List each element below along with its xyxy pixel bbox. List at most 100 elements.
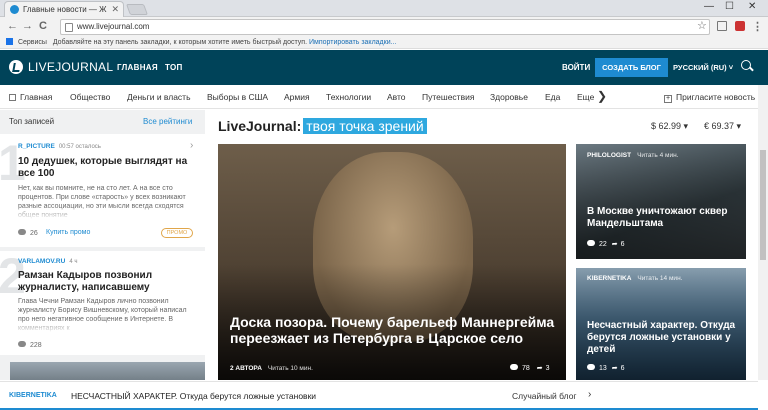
window-minimize-icon[interactable]: — <box>704 1 714 12</box>
ticker-author[interactable]: KIBERNETIKA <box>9 392 57 399</box>
card-author[interactable]: PHILOLOGIST Читать 4 мин. <box>587 152 679 159</box>
import-bookmarks-link[interactable]: Импортировать закладки... <box>309 39 396 46</box>
category-travel[interactable]: Путешествия <box>422 92 474 102</box>
category-food[interactable]: Еда <box>545 92 560 102</box>
featured-title[interactable]: Доска позора. Почему барельеф Маннергейм… <box>230 314 560 346</box>
window-maximize-icon[interactable]: ☐ <box>725 1 734 12</box>
livejournal-favicon-icon <box>10 5 19 14</box>
chevron-right-icon[interactable]: › <box>190 140 193 151</box>
share-icon[interactable]: ➦ <box>537 365 543 372</box>
chevron-right-icon[interactable]: › <box>588 389 591 400</box>
page-title-prefix: LiveJournal: <box>218 118 302 134</box>
scrollbar-thumb[interactable] <box>760 150 766 260</box>
login-button[interactable]: ВОЙТИ <box>562 63 590 72</box>
article-card[interactable]: PHILOLOGIST Читать 4 мин. В Москве уничто… <box>576 144 746 259</box>
comment-icon[interactable] <box>587 240 595 246</box>
featured-read-time: Читать 10 мин. <box>267 365 313 372</box>
top-post-item[interactable]: 1 R_PICTURE 00:57 осталось › 10 дедушек, … <box>0 134 205 247</box>
card-read-time: Читать 14 мин. <box>637 275 683 282</box>
card-stats: 13 ➦ 6 <box>587 364 625 372</box>
extension-badge-icon[interactable] <box>735 21 745 31</box>
extension-icon[interactable] <box>717 21 727 31</box>
invite-news-button[interactable]: + Пригласите новость <box>664 92 755 103</box>
category-more[interactable]: Еще <box>577 92 594 102</box>
browser-tab[interactable]: Главные новости — Ж ✕ <box>4 1 124 17</box>
comment-icon[interactable] <box>510 364 518 370</box>
browser-toolbar: ← → C www.livejournal.com ☆ ⋮ <box>0 17 768 37</box>
excerpt-fade <box>0 206 205 220</box>
post-title[interactable]: Рамзан Кадыров позвонил журналисту, напи… <box>18 270 193 294</box>
category-army[interactable]: Армия <box>284 92 310 102</box>
category-scroll-arrow-icon[interactable]: ❯ <box>597 89 607 103</box>
nav-top[interactable]: ТОП <box>165 63 183 72</box>
plus-icon: + <box>664 95 672 103</box>
top-posts-sidebar: Топ записей Все рейтинги 1 R_PICTURE 00:5… <box>0 110 205 380</box>
share-icon[interactable]: ➦ <box>612 241 618 248</box>
bookmarks-bar: Сервисы Добавляйте на эту панель закладк… <box>0 37 768 49</box>
all-ratings-link[interactable]: Все рейтинги <box>143 117 192 126</box>
create-blog-button[interactable]: СОЗДАТЬ БЛОГ <box>595 58 668 77</box>
featured-meta: 2 АВТОРА Читать 10 мин. <box>230 365 313 372</box>
category-society[interactable]: Общество <box>70 92 110 102</box>
comment-icon <box>18 229 26 235</box>
article-card[interactable]: KIBERNETIKA Читать 14 мин. Несчастный хар… <box>576 268 746 380</box>
excerpt-fade <box>0 319 205 333</box>
top-post-item[interactable]: 2 VARLAMOV.RU 4 ч Рамзан Кадыров позвонил… <box>0 248 205 355</box>
post-comments[interactable]: 228 <box>18 341 42 349</box>
bookmark-star-icon[interactable]: ☆ <box>697 19 707 32</box>
eur-rate[interactable]: € 69.37 ▾ <box>704 121 741 132</box>
bookmarks-hint: Добавляйте на эту панель закладки, к кот… <box>52 39 308 46</box>
post-title[interactable]: 10 дедушек, которые выглядят на все 100 <box>18 156 193 180</box>
share-icon[interactable]: ➦ <box>612 365 618 372</box>
card-title[interactable]: В Москве уничтожают сквер Мандельштама <box>587 206 737 230</box>
card-stats: 22 ➦ 6 <box>587 240 625 248</box>
search-icon[interactable] <box>741 60 751 70</box>
comment-icon <box>18 341 26 347</box>
reload-icon[interactable]: C <box>39 20 47 32</box>
tab-close-icon[interactable]: ✕ <box>111 2 119 17</box>
category-technology[interactable]: Технологии <box>326 92 371 102</box>
address-bar[interactable]: www.livejournal.com <box>60 19 710 35</box>
apps-grid-icon[interactable] <box>6 38 13 45</box>
bookmarks-apps-label[interactable]: Сервисы <box>18 39 47 46</box>
new-tab-button[interactable] <box>125 4 149 15</box>
browser-tab-strip: Главные новости — Ж ✕ — ☐ ✕ <box>0 0 768 17</box>
post-author[interactable]: R_PICTURE 00:57 осталось <box>18 143 101 150</box>
category-bar: Главная Общество Деньги и власть Выборы … <box>0 85 758 109</box>
featured-article[interactable]: Доска позора. Почему барельеф Маннергейм… <box>218 144 566 380</box>
site-header: LIVEJOURNAL ГЛАВНАЯ ТОП ВОЙТИ СОЗДАТЬ БЛ… <box>0 50 768 85</box>
post-thumbnail[interactable] <box>10 362 205 380</box>
comment-icon[interactable] <box>587 364 595 370</box>
post-author[interactable]: VARLAMOV.RU 4 ч <box>18 258 77 265</box>
post-comments[interactable]: 26 <box>18 229 38 237</box>
post-time: 4 ч <box>69 259 78 265</box>
browser-menu-icon[interactable]: ⋮ <box>752 20 763 33</box>
site-brand[interactable]: LIVEJOURNAL <box>28 60 113 74</box>
livejournal-logo-icon[interactable] <box>9 60 23 74</box>
category-money-power[interactable]: Деньги и власть <box>127 92 191 102</box>
bottom-ticker: KIBERNETIKA НЕСЧАСТНЫЙ ХАРАКТЕР. Откуда … <box>0 381 758 410</box>
usd-rate[interactable]: $ 62.99 ▾ <box>651 121 688 132</box>
page-title-highlight: твоя точка зрений <box>303 118 427 134</box>
top-posts-heading: Топ записей <box>9 117 55 126</box>
card-read-time: Читать 4 мин. <box>637 152 679 159</box>
nav-home[interactable]: ГЛАВНАЯ <box>117 63 158 72</box>
back-arrow-icon[interactable]: ← <box>7 20 18 32</box>
category-health[interactable]: Здоровье <box>490 92 528 102</box>
featured-author[interactable]: 2 АВТОРА <box>230 365 262 372</box>
card-title[interactable]: Несчастный характер. Откуда берутся ложн… <box>587 320 737 356</box>
page-info-icon[interactable] <box>65 23 73 32</box>
window-close-icon[interactable]: ✕ <box>748 1 756 12</box>
buy-promo-link[interactable]: Купить промо <box>46 229 90 236</box>
category-us-elections[interactable]: Выборы в США <box>207 92 268 102</box>
language-selector[interactable]: РУССКИЙ (RU) ˅ <box>673 63 733 72</box>
category-auto[interactable]: Авто <box>387 92 406 102</box>
page-title: LiveJournal: твоя точка зрений <box>218 118 427 134</box>
forward-arrow-icon[interactable]: → <box>22 20 33 32</box>
category-home[interactable]: Главная <box>9 92 52 102</box>
post-time: 00:57 осталось <box>58 144 101 150</box>
random-blog-link[interactable]: Случайный блог <box>512 391 577 401</box>
card-author[interactable]: KIBERNETIKA Читать 14 мин. <box>587 275 682 282</box>
featured-stats: 78 ➦ 3 <box>510 364 550 372</box>
ticker-title[interactable]: НЕСЧАСТНЫЙ ХАРАКТЕР. Откуда берутся ложн… <box>71 391 316 401</box>
